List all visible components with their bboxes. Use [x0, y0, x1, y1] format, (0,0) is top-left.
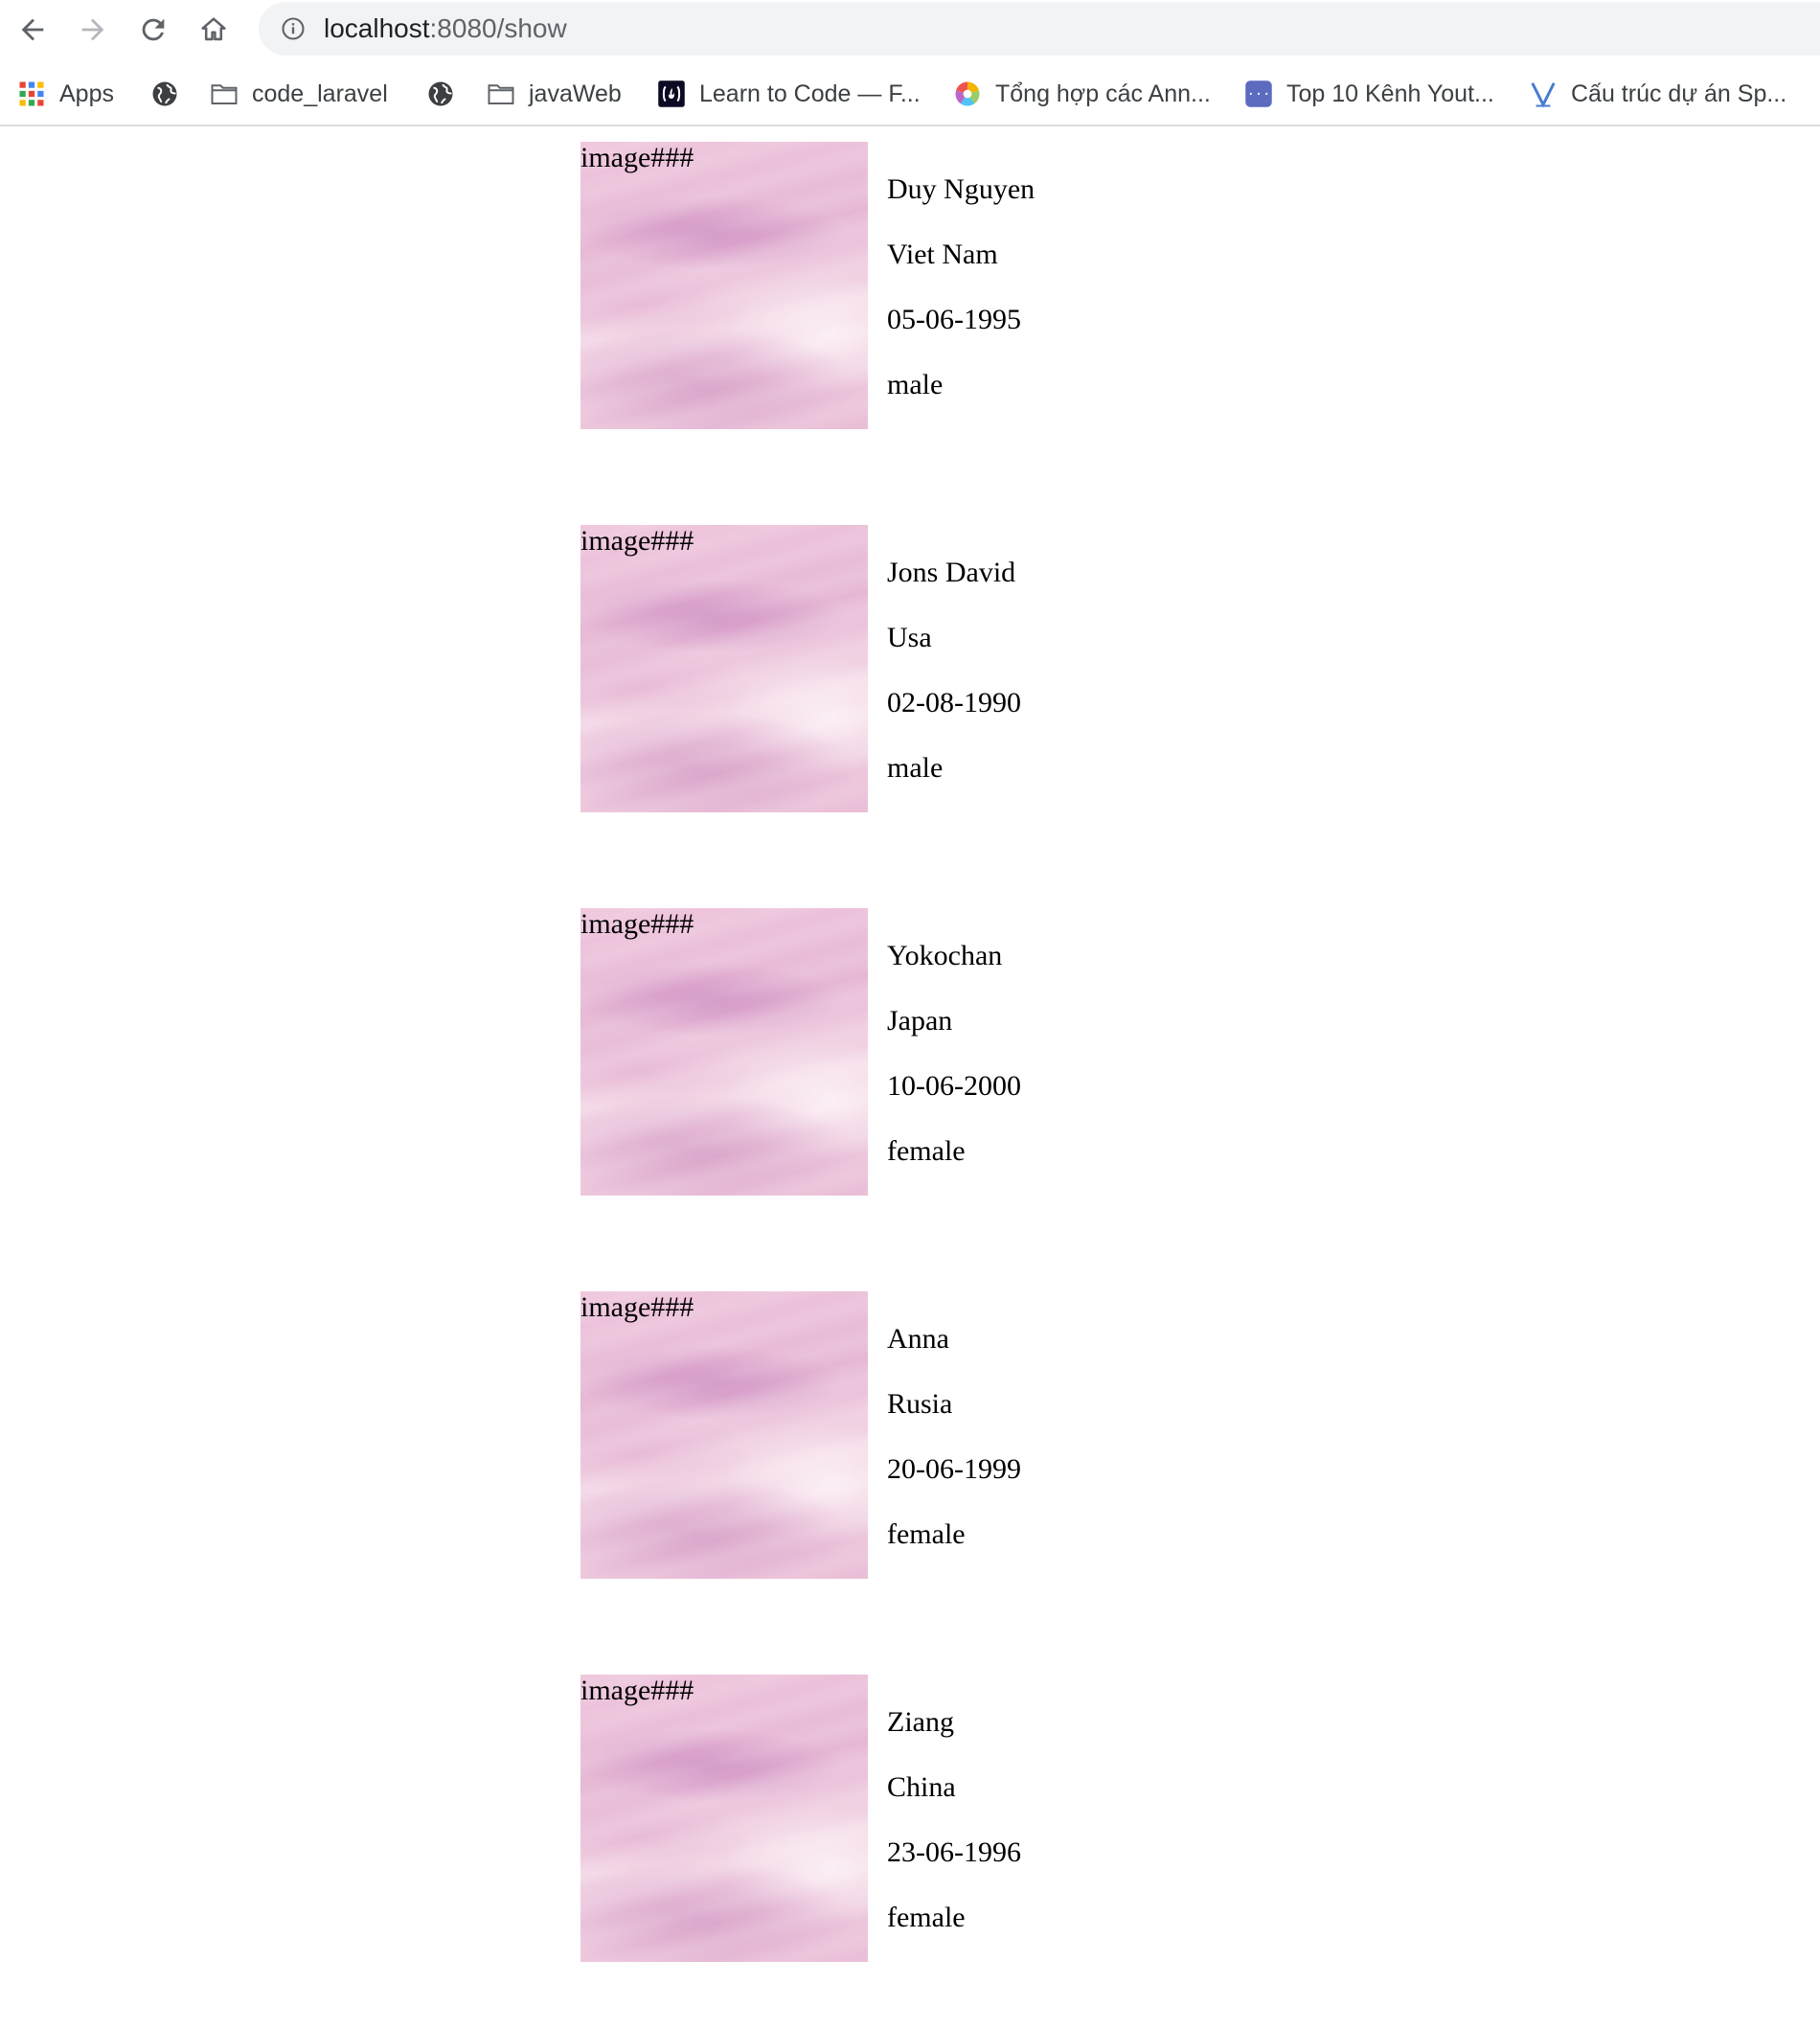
bookmark-code-laravel[interactable]: code_laravel [210, 75, 388, 113]
bookmark-tong-hop[interactable]: Tổng hợp các Ann... [953, 75, 1211, 113]
url-host: localhost [324, 13, 430, 43]
person-info: Ziang China 23-06-1996 female [887, 1703, 1021, 1964]
bookmark-label: code_laravel [252, 80, 388, 107]
person-card: image### Duy Nguyen Viet Nam 05-06-1995 … [580, 142, 1155, 429]
bookmark-label: Apps [59, 80, 114, 107]
person-card: image### Yokochan Japan 10-06-2000 femal… [580, 908, 1155, 1196]
person-dob: 02-08-1990 [887, 687, 1021, 718]
bookmark-label: Learn to Code — F... [699, 80, 921, 107]
bookmarks-bar: Apps code_laravel javaWeb Learn to Code … [0, 68, 1820, 125]
bookmark-freecodecamp[interactable]: Learn to Code — F... [657, 75, 921, 113]
address-bar[interactable]: localhost:8080/show [259, 2, 1820, 56]
bookmark-cau-truc[interactable]: Cấu trúc dự án Sp... [1529, 75, 1786, 113]
person-info: Jons David Usa 02-08-1990 male [887, 554, 1021, 814]
person-dob: 20-06-1999 [887, 1453, 1021, 1485]
person-name: Yokochan [887, 940, 1003, 971]
url-text[interactable]: localhost:8080/show [324, 13, 567, 44]
person-photo [580, 142, 868, 429]
reload-icon [142, 18, 165, 41]
bookmark-label: javaWeb [529, 80, 622, 107]
url-path: :8080/show [429, 13, 567, 43]
person-dob: 05-06-1995 [887, 304, 1021, 335]
person-country: China [887, 1771, 956, 1803]
image-alt-text: image### [580, 1675, 694, 1706]
back-button[interactable] [11, 9, 54, 51]
person-name: Anna [887, 1323, 949, 1355]
person-info: Duy Nguyen Viet Nam 05-06-1995 male [887, 171, 1035, 431]
person-country: Japan [887, 1005, 953, 1037]
person-gender: female [887, 1135, 966, 1167]
person-country: Viet Nam [887, 239, 998, 270]
bookmark-label: Top 10 Kênh Yout... [1286, 80, 1494, 107]
bookmark-label: Cấu trúc dự án Sp... [1571, 80, 1787, 107]
home-button[interactable] [193, 9, 235, 51]
image-alt-text: image### [580, 142, 694, 173]
person-name: Jons David [887, 557, 1016, 588]
reload-button[interactable] [132, 9, 174, 51]
person-gender: male [887, 752, 944, 784]
person-country: Usa [887, 622, 932, 653]
person-gender: male [887, 369, 944, 400]
person-photo [580, 525, 868, 812]
folder-icon [210, 80, 239, 108]
person-dob: 23-06-1996 [887, 1836, 1021, 1868]
home-icon [201, 17, 226, 41]
page-content: image### Duy Nguyen Viet Nam 05-06-1995 … [0, 126, 1820, 2029]
person-name: Ziang [887, 1706, 954, 1738]
image-alt-text: image### [580, 1291, 694, 1323]
image-alt-text: image### [580, 908, 694, 940]
svg-text:{···}: {···} [1244, 87, 1273, 103]
arrow-right-icon [81, 18, 104, 41]
site-info-icon[interactable] [280, 15, 307, 42]
browser-toolbar: localhost:8080/show [0, 0, 1820, 58]
globe-icon [426, 80, 455, 108]
person-photo [580, 1291, 868, 1579]
bookmark-apps[interactable]: Apps [17, 75, 114, 113]
color-wheel-icon [953, 80, 982, 108]
folder-icon [487, 80, 515, 108]
person-photo [580, 908, 868, 1196]
bookmark-top-10[interactable]: {···} Top 10 Kênh Yout... [1244, 75, 1494, 113]
image-alt-text: image### [580, 525, 694, 557]
bookmark-globe-2[interactable] [426, 75, 468, 113]
person-card: image### Jons David Usa 02-08-1990 male [580, 525, 1155, 812]
person-country: Rusia [887, 1388, 953, 1420]
globe-icon [150, 80, 179, 108]
person-info: Yokochan Japan 10-06-2000 female [887, 937, 1021, 1197]
person-card: image### Anna Rusia 20-06-1999 female [580, 1291, 1155, 1579]
freecodecamp-icon [657, 80, 686, 108]
person-gender: female [887, 1902, 966, 1933]
person-name: Duy Nguyen [887, 173, 1035, 205]
bookmark-javaweb[interactable]: javaWeb [487, 75, 622, 113]
person-dob: 10-06-2000 [887, 1070, 1021, 1102]
apps-grid-icon [17, 80, 46, 108]
v-logo-icon [1529, 80, 1558, 108]
person-card: image### Ziang China 23-06-1996 female [580, 1675, 1155, 1962]
forward-button[interactable] [72, 9, 114, 51]
braces-icon: {···} [1244, 80, 1273, 108]
arrow-left-icon [21, 18, 44, 41]
bookmark-label: Tổng hợp các Ann... [995, 80, 1211, 107]
bookmark-globe-1[interactable] [150, 75, 193, 113]
person-gender: female [887, 1518, 966, 1550]
person-photo [580, 1675, 868, 1962]
person-info: Anna Rusia 20-06-1999 female [887, 1320, 1021, 1581]
